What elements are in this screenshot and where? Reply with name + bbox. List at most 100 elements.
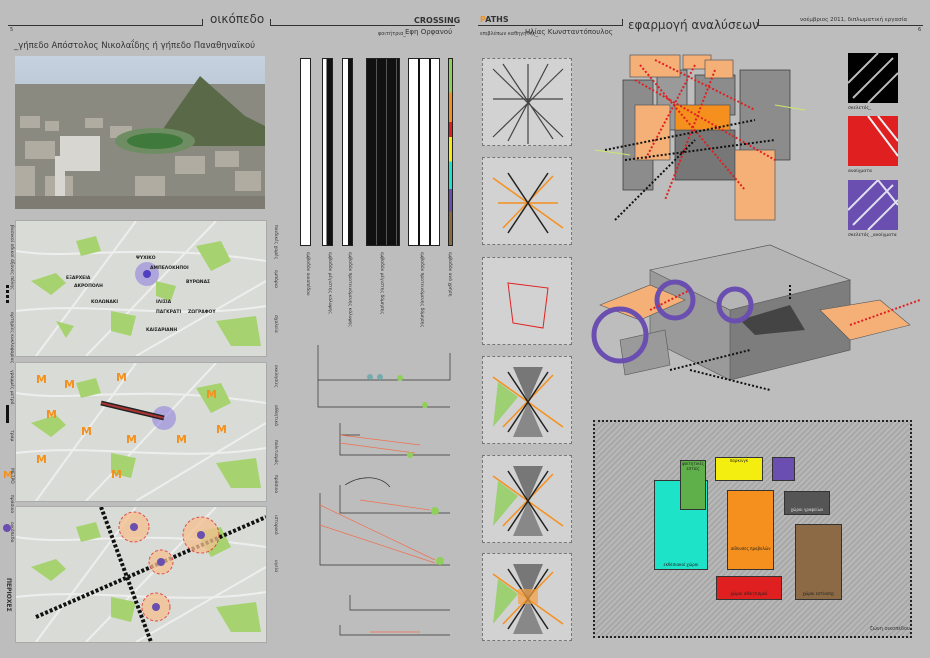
map-site-areas — [15, 506, 267, 643]
svg-text:M: M — [81, 425, 92, 438]
analysis-diagram — [594, 50, 806, 240]
path-panel-3 — [482, 257, 572, 345]
legend-site: οικόπεδο — [9, 522, 14, 543]
map-transport: M M M M M M M M M M M — [15, 362, 267, 502]
dashed-road-icon — [6, 285, 9, 305]
bar-label: εμβαδόν προτεινόμενης κάλυψης — [347, 252, 352, 327]
date-text: νοέμβριος 2011, διπλωματική εργασία — [800, 17, 908, 23]
area-bar-site — [300, 58, 311, 246]
legend-areas: ΠΕΡΙΟΧΕΣ — [5, 578, 12, 612]
axonometric-model — [590, 240, 921, 395]
header-rule-mid — [270, 25, 455, 26]
map-label: ΕΞΑΡΧΕΙΑ — [66, 275, 91, 281]
paths-title-rest: ATHS — [485, 15, 509, 24]
svg-text:M: M — [176, 433, 187, 446]
legend-tram: τραμ — [9, 430, 14, 442]
legend-right-item: πολιτισμός — [273, 440, 278, 465]
svg-text:M: M — [36, 453, 47, 466]
bar-label: εμβαδόν ανά χρήση — [447, 252, 452, 297]
svg-text:M: M — [111, 468, 122, 481]
svg-text:M: M — [64, 378, 75, 391]
metro-line-icon — [6, 405, 9, 423]
section-title-left: οικόπεδο — [210, 12, 265, 26]
map-neighborhoods: ΨΥΧΙΚΟ ΑΜΠΕΛΟΚΗΠΟΙ ΕΞΑΡΧΕΙΑ ΑΚΡΟΠΟΛΗ ΚΟΛ… — [15, 220, 267, 357]
plan-block-label: παρκινγκ — [729, 458, 749, 463]
page-number-right: 6 — [918, 27, 922, 33]
plan-block-label: χώροι αθλητισμού — [730, 591, 768, 596]
map-label: ΨΥΧΙΚΟ — [136, 255, 156, 261]
map-label: ΠΑΓΚΡΑΤΙ — [156, 309, 181, 315]
legend-arrows: αρτηρίες κυκλοφορίας — [9, 312, 14, 364]
legend-right-item: ιστορικό — [273, 515, 278, 535]
plan-block-label: χώροι γραφείων — [790, 507, 824, 512]
page-number-left: 5 — [10, 27, 14, 33]
paths-supervisor-name: Ηλίας Κωνσταντόπουλος — [525, 28, 613, 36]
crossing-advisor-label: φοιτήτρια_ — [378, 31, 406, 37]
bar-label: εμβαδόν οικοπέδου — [305, 252, 310, 296]
legend-right-item: πράσινο — [273, 475, 278, 494]
header-rule-right2 — [758, 25, 923, 26]
header-rule-left — [8, 25, 203, 26]
legend-metro-lines: γραμμές μετρό — [9, 370, 14, 405]
crossing-title: CROSSING — [414, 16, 461, 25]
plan-block-purple — [772, 457, 795, 481]
map-label: ΑΚΡΟΠΟΛΗ — [74, 283, 103, 289]
legend-green: πράσινο — [9, 495, 14, 514]
header-tick — [270, 19, 271, 26]
plan-block-sports: χώροι αθλητισμού — [716, 576, 782, 600]
path-panel-1 — [482, 58, 572, 146]
map-label: ΖΩΓΡΑΦΟΥ — [188, 309, 216, 315]
svg-text:M: M — [36, 373, 47, 386]
svg-text:M: M — [46, 408, 57, 421]
svg-text:M: M — [126, 433, 137, 446]
svg-text:M: M — [116, 371, 127, 384]
bar-label: εμβαδόν μέγιστης δόμησης — [379, 252, 384, 315]
section-title-right: εφαρμογή αναλύσεων — [628, 18, 759, 32]
path-panel-5 — [482, 455, 572, 543]
site-caption: _γήπεδο Απόστολος Νικολαΐδης ή γήπεδο Πα… — [14, 41, 256, 51]
skeleton-openings-icon — [847, 179, 899, 231]
legend-metro: ΜΕΤΡΟ — [9, 468, 14, 484]
plan-block-label: φοιτητικές εστίες — [681, 461, 704, 471]
path-panel-6 — [482, 553, 572, 641]
openings-icon — [848, 115, 899, 166]
area-bar-max-build — [366, 58, 400, 246]
area-bar-proposed-build — [408, 58, 440, 246]
plan-block-dining: χώροι εστίασης — [795, 524, 842, 600]
plan-block-label: αίθουσες προβολών — [730, 546, 771, 551]
area-bar-per-use — [448, 58, 453, 246]
legend-right-item: εκκλησίες — [273, 365, 278, 388]
legend-right-item: υγεία — [273, 560, 278, 573]
bar-label: εμβαδόν μέγιστης κάλυψης — [327, 252, 332, 314]
header-tick — [202, 19, 203, 26]
svg-text:M: M — [216, 423, 227, 436]
plan-block-label: χώροι εστίασης — [802, 591, 835, 596]
plan-block-screening: αίθουσες προβολών — [727, 490, 774, 570]
plan-block-label: εκθεσιακοί χώροι — [663, 562, 699, 567]
map-label: ΚΟΛΩΝΑΚΙ — [91, 299, 118, 305]
legend-right-item: σχολεία — [273, 315, 278, 333]
svg-text:M: M — [206, 388, 217, 401]
plan-block-offices: χώροι γραφείων — [784, 491, 830, 515]
map-label: ΒΥΡΩΝΑΣ — [186, 279, 210, 285]
plan-block-parking: παρκινγκ — [715, 457, 763, 481]
paths-title: PATHS — [480, 15, 509, 24]
map-label: ΚΑΙΣΑΡΙΑΝΗ — [146, 327, 177, 333]
crossing-advisor-name: Εφη Ορφανού — [405, 28, 453, 36]
header-tick — [622, 19, 623, 26]
icon-label-skeleton: σκελετός_ — [848, 106, 872, 111]
area-bar-max-coverage — [322, 58, 333, 246]
path-panel-4 — [482, 356, 572, 444]
legend-right-item: παιδικές χαρές — [273, 225, 278, 260]
plan-block-student-housing-top: φοιτητικές εστίες — [680, 460, 706, 510]
map-label: ΙΛΙΣΙΑ — [156, 299, 172, 305]
header-rule-right1 — [478, 25, 623, 26]
legend-right-item: εμπόριο — [273, 270, 278, 288]
legend-right-item: αθλητικά — [273, 405, 278, 427]
path-panel-2 — [482, 157, 572, 245]
bar-label: εμβαδόν προτεινόμενης δόμησης — [419, 252, 424, 328]
plan-caption: ζώνη οικοπέδου — [870, 626, 910, 632]
section-drawings — [300, 335, 470, 640]
legend-main-axes: βασικοί οδικοί άξονες πόλης — [9, 225, 14, 290]
aerial-photo — [15, 56, 265, 209]
